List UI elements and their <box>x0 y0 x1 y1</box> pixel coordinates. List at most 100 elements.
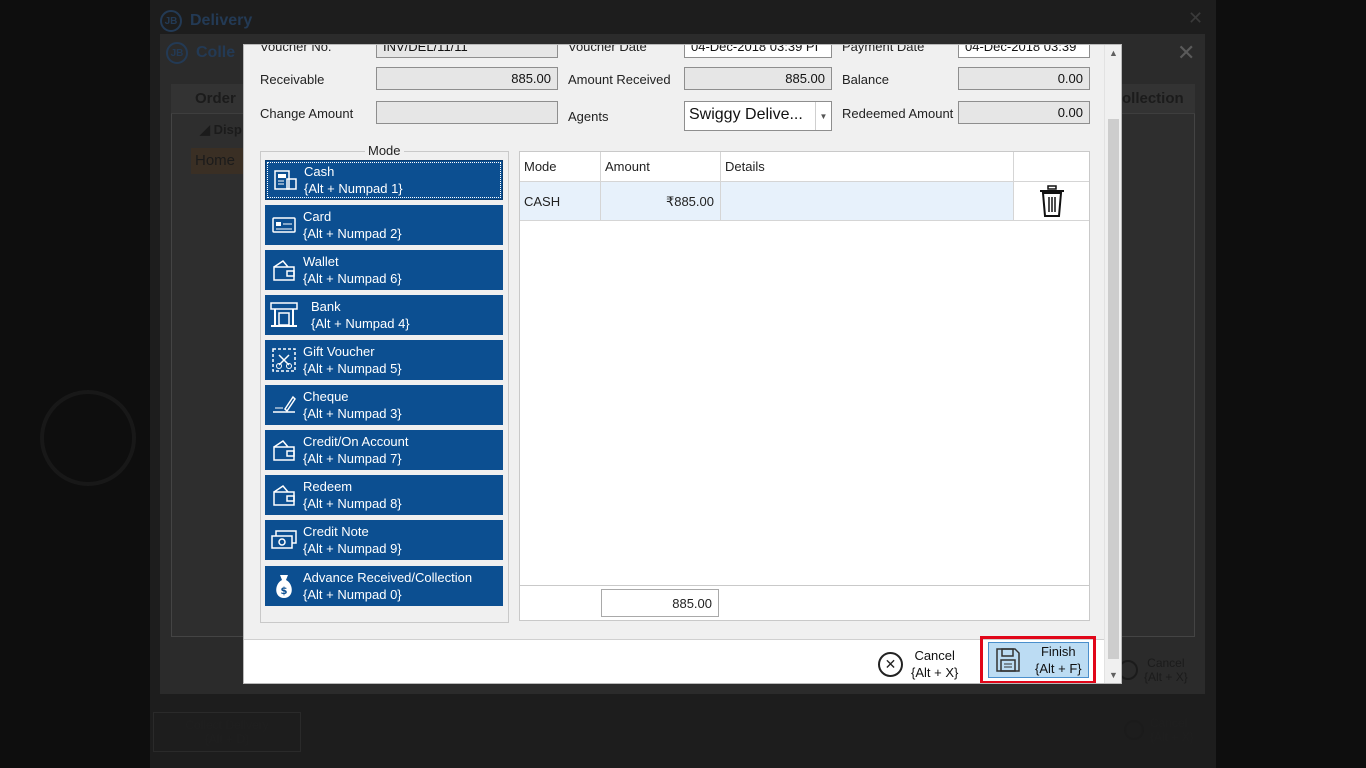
grid-total-row: 885.00 <box>519 585 1090 621</box>
background-window-title: JB Delivery <box>160 8 252 34</box>
chevron-down-icon[interactable]: ▼ <box>815 102 831 130</box>
balance-field[interactable]: 0.00 <box>958 67 1090 90</box>
mode-button-shortcut: {Alt + Numpad 4} <box>311 316 410 331</box>
mode-button-cheque[interactable]: Cheque {Alt + Numpad 3} <box>265 385 503 425</box>
finish-button[interactable]: Finish {Alt + F} <box>988 642 1089 678</box>
background-column-collection: ollection <box>1122 90 1184 107</box>
mode-button-redeem[interactable]: Redeem {Alt + Numpad 8} <box>265 475 503 515</box>
finish-shortcut: {Alt + F} <box>1035 661 1082 676</box>
redeemed-amount-label: Redeemed Amount <box>842 106 954 121</box>
cancel-icon <box>1124 720 1144 740</box>
column-header-mode[interactable]: Mode <box>520 152 601 182</box>
mode-button-shortcut: {Alt + Numpad 0} <box>303 587 402 602</box>
redeemed-amount-field[interactable]: 0.00 <box>958 101 1090 124</box>
mode-button-shortcut: {Alt + Numpad 8} <box>303 496 402 511</box>
amount-received-field[interactable]: 885.00 <box>684 67 832 90</box>
background-collect-label: Collect Delivery <box>185 718 269 732</box>
mode-group-legend: Mode <box>365 143 404 158</box>
cancel-label: Cancel <box>914 648 955 663</box>
mode-button-credit-note[interactable]: Credit Note {Alt + Numpad 9} <box>265 520 503 560</box>
svg-text:$: $ <box>281 586 288 597</box>
finish-label: Finish <box>1040 644 1076 659</box>
background-cancel-button: Cancel {Alt + X} <box>1118 656 1188 684</box>
voucher-date-label: Voucher Date <box>568 44 647 54</box>
background-group-row: ◢ Disp <box>200 122 242 137</box>
table-row[interactable]: CASH ₹885.00 <box>520 182 1089 221</box>
mode-button-shortcut: {Alt + Numpad 9} <box>303 541 402 556</box>
agents-label: Agents <box>568 109 609 124</box>
column-header-amount[interactable]: Amount <box>601 152 721 182</box>
background-cancel-shortcut: {Alt + X} <box>1144 670 1188 684</box>
mode-button-label: Credit Note <box>303 524 369 539</box>
receivable-field[interactable]: 885.00 <box>376 67 558 90</box>
mode-button-shortcut: {Alt + Numpad 1} <box>304 181 403 196</box>
save-icon <box>996 648 1020 672</box>
change-amount-label: Change Amount <box>260 106 354 121</box>
credit-note-icon <box>265 520 303 560</box>
mode-button-wallet[interactable]: Wallet {Alt + Numpad 6} <box>265 250 503 290</box>
mode-button-label: Credit/On Account <box>303 434 409 449</box>
background-cancel-button-bottom: Cancel {Alt + X} <box>1124 716 1194 744</box>
change-amount-field[interactable] <box>376 101 558 124</box>
wallet-icon <box>265 250 303 290</box>
background-row-cell: Home <box>191 148 246 174</box>
payment-dialog: Voucher No. INV/DEL/11/11 Voucher Date 0… <box>243 44 1122 684</box>
bank-icon <box>265 295 303 335</box>
payment-grid: Mode Amount Details CASH ₹885.00 <box>519 151 1090 621</box>
background-dialog-title-text: Colle <box>196 44 236 61</box>
dialog-footer <box>244 639 1106 683</box>
wallet-icon <box>265 430 303 470</box>
payment-date-label: Payment Date <box>842 44 925 54</box>
mode-button-cash[interactable]: Cash {Alt + Numpad 1} <box>265 160 503 200</box>
voucher-no-field[interactable]: INV/DEL/11/11 <box>376 45 558 58</box>
trash-icon <box>1039 185 1064 217</box>
mode-button-label: Wallet <box>303 254 339 269</box>
mode-button-label: Gift Voucher <box>303 344 375 359</box>
agents-selected-value: Swiggy Delive... <box>689 106 803 123</box>
app-logo-icon: JB <box>166 42 188 64</box>
mode-button-card[interactable]: Card {Alt + Numpad 2} <box>265 205 503 245</box>
cell-amount: ₹885.00 <box>601 182 721 220</box>
scrollbar-thumb[interactable] <box>1108 119 1119 659</box>
voucher-no-label: Voucher No. <box>260 44 332 54</box>
cheque-icon <box>265 385 303 425</box>
cell-details <box>721 182 1014 220</box>
close-icon: ✕ <box>1188 8 1204 28</box>
background-column-order: Order <box>195 90 236 107</box>
voucher-date-value: 04-Dec-2018 03:39 PI <box>691 44 819 54</box>
mode-button-shortcut: {Alt + Numpad 6} <box>303 271 402 286</box>
column-header-actions <box>1014 152 1089 182</box>
mode-button-shortcut: {Alt + Numpad 5} <box>303 361 402 376</box>
cell-mode: CASH <box>520 182 601 220</box>
mode-button-label: Card <box>303 209 332 224</box>
scroll-up-icon[interactable]: ▲ <box>1105 45 1121 61</box>
cancel-button[interactable]: ✕ Cancel {Alt + X} <box>878 647 958 681</box>
total-amount: 885.00 <box>601 589 719 617</box>
background-cancel-shortcut: {Alt + X} <box>1150 730 1194 744</box>
delete-row-button[interactable] <box>1014 182 1089 220</box>
scroll-down-icon[interactable]: ▼ <box>1105 667 1121 683</box>
mode-button-bank[interactable]: Bank {Alt + Numpad 4} <box>265 295 503 335</box>
vertical-scrollbar[interactable]: ▲ ▼ <box>1104 45 1121 683</box>
balance-label: Balance <box>842 72 889 87</box>
background-group-row-text: Disp <box>213 122 242 137</box>
mode-button-credit-on-account[interactable]: Credit/On Account {Alt + Numpad 7} <box>265 430 503 470</box>
mode-button-shortcut: {Alt + Numpad 2} <box>303 226 402 241</box>
column-header-details[interactable]: Details <box>721 152 1014 182</box>
background-collect-delivery-button: Collect Delivery {Alt + D} <box>153 712 301 752</box>
payment-date-field[interactable]: 04-Dec-2018 03:39 <box>958 44 1090 58</box>
amount-received-label: Amount Received <box>568 72 671 87</box>
mode-button-gift-voucher[interactable]: Gift Voucher {Alt + Numpad 5} <box>265 340 503 380</box>
cancel-shortcut: {Alt + X} <box>911 665 959 680</box>
voucher-date-field[interactable]: 04-Dec-2018 03:39 PI <box>684 44 832 58</box>
mode-button-label: Cash <box>304 164 335 179</box>
money-bag-icon: $ <box>265 566 303 606</box>
card-icon <box>265 205 303 245</box>
gift-voucher-icon <box>265 340 303 380</box>
receivable-label: Receivable <box>260 72 325 87</box>
payment-date-value: 04-Dec-2018 03:39 <box>965 44 1077 54</box>
background-collect-shortcut: {Alt + D} <box>204 732 250 746</box>
mode-button-advance-received-collection[interactable]: $ Advance Received/Collection {Alt + Nump… <box>265 566 503 606</box>
background-cancel-label: Cancel <box>1150 716 1188 730</box>
agents-dropdown[interactable]: Swiggy Delive... ▼ <box>684 101 832 131</box>
